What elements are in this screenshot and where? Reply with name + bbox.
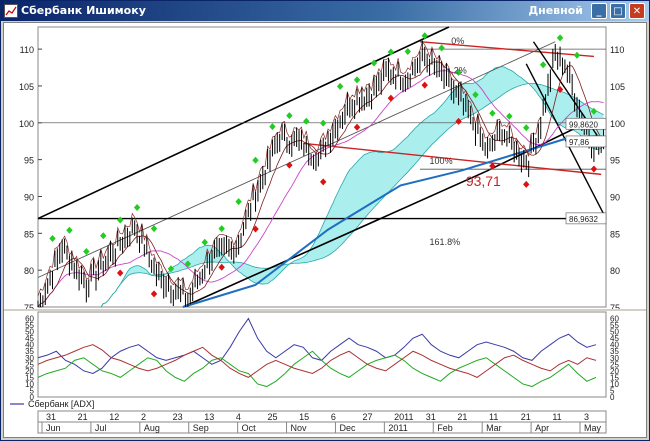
chart-app-icon [4,4,18,18]
y-tick-label-right: 90 [610,192,620,202]
month-tick-label: Dec [339,423,356,433]
y-tick-label-left: 85 [24,229,34,239]
day-tick-label: 21 [78,412,88,422]
adx-y-label-left: 60 [25,315,34,324]
y-tick-label-right: 105 [610,82,625,92]
y-tick-label-left: 80 [24,266,34,276]
y-tick-label-right: 85 [610,229,620,239]
y-tick-label-left: 110 [20,45,34,55]
application-window: Сбербанк Ишимоку Дневной _ □ ✕ 75 75 80 80 8… [0,0,650,441]
maximize-button[interactable]: □ [610,3,626,19]
day-tick-label: 11 [489,412,498,422]
price-plot-frame [37,26,607,308]
month-tick-label: Jul [95,423,107,433]
fib-0-label: 0% [451,36,464,46]
y-tick-label-left: 105 [19,82,34,92]
day-tick-label: 6 [331,412,336,422]
fib-161-label: 161.8% [430,237,461,247]
price-tag-label: 97,86 [569,138,590,147]
day-tick-label: 31 [426,412,436,422]
price-tag-0: 99,8620 [565,117,607,130]
day-tick-label: 4 [236,412,241,422]
day-tick-label: 2011 [394,412,413,422]
month-tick-label: Jun [46,423,61,433]
day-tick-label: 21 [457,412,467,422]
y-tick-label-right: 75 [610,303,620,313]
window-title: Сбербанк Ишимоку [21,4,146,17]
adx-panel: 0 05 510 1015 1520 2025 2530 3035 3540 4045 4550 50… [4,309,646,409]
y-tick-label-right: 100 [610,119,625,129]
y-tick-label-left: 75 [24,303,34,313]
price-tag-2: 86,9632 [565,212,607,225]
price-panel: 75 75 80 80 85 85 90 90 95 95 100 100 105 105 110 110 0%… [19,26,625,313]
y-tick-label-left: 90 [24,192,34,202]
minimize-button[interactable]: _ [591,3,607,19]
month-tick-label: Mar [486,423,502,433]
day-tick-label: 23 [173,412,183,422]
month-tick-label: Apr [535,423,549,433]
y-tick-label-left: 95 [24,156,34,166]
day-tick-label: 31 [46,412,56,422]
price-tag-label: 99,8620 [569,120,598,129]
adx-plot-frame [37,311,607,398]
fib-38-label: .2% [451,65,467,75]
price-tag-1: 97,86 [565,135,607,148]
panel-splitter [4,309,646,311]
period-label: Дневной [528,4,583,17]
close-button[interactable]: ✕ [629,3,645,19]
month-tick-label: Nov [291,423,308,433]
chart-canvas: 75 75 80 80 85 85 90 90 95 95 100 100 105 105 110 110 0%… [4,26,646,434]
day-tick-label: 25 [268,412,278,422]
day-tick-label: 13 [204,412,214,422]
day-tick-label: 27 [362,412,372,422]
adx-legend-label: Сбербанк [ADX] [28,399,94,409]
low-value-label: 93,71 [466,173,501,189]
title-bar[interactable]: Сбербанк Ишимоку Дневной _ □ ✕ [1,1,649,21]
month-tick-label: Sep [193,423,209,433]
y-tick-label-right: 80 [610,266,620,276]
month-tick-label: May [584,423,602,433]
month-tick-label: 2011 [388,423,407,433]
day-tick-label: 21 [521,412,531,422]
time-axis: 31 21 12 2 23 13 4 25 15 6 27 2011 31 21 11 21 11 3 Jun Jul… [37,410,607,434]
chart-area[interactable]: 75 75 80 80 85 85 90 90 95 95 100 100 105 105 110 110 0%… [3,22,647,438]
price-tag-label: 86,9632 [569,215,598,224]
y-tick-label-right: 110 [610,45,624,55]
month-tick-label: Oct [242,423,257,433]
day-tick-label: 12 [109,412,119,422]
y-tick-label-left: 100 [19,119,34,129]
day-tick-label: 3 [584,412,589,422]
fib-100-label: 100% [430,156,453,166]
adx-y-label-right: 60 [610,315,619,324]
day-tick-label: 11 [552,412,561,422]
month-tick-label: Feb [437,423,453,433]
y-tick-label-right: 95 [610,156,620,166]
day-tick-label: 2 [141,412,146,422]
day-tick-label: 15 [299,412,309,422]
month-tick-label: Aug [144,423,160,433]
